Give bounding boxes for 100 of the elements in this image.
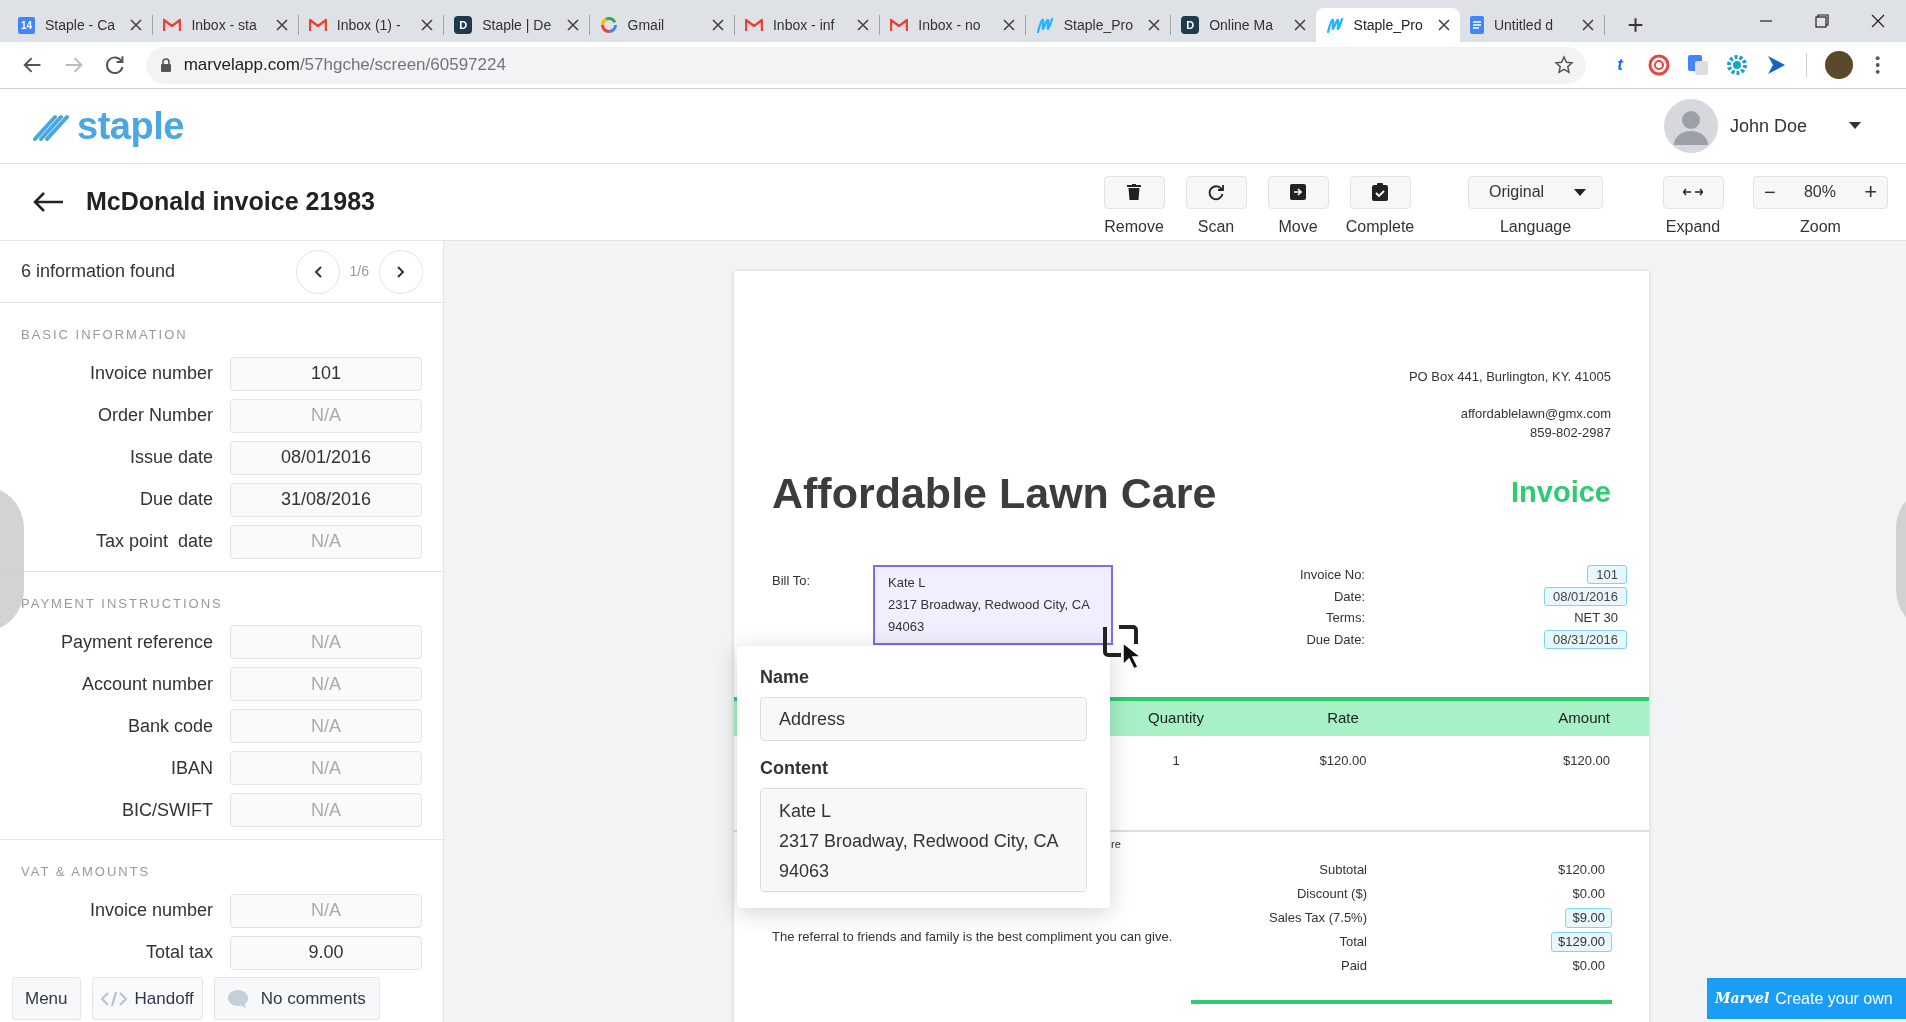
mail-icon <box>890 18 909 32</box>
name-field[interactable]: Address <box>760 697 1087 741</box>
star-icon[interactable] <box>1554 55 1575 75</box>
tab-title: Inbox (1) - <box>336 15 402 35</box>
comments-button[interactable]: No comments <box>213 977 380 1020</box>
gear-icon[interactable] <box>1725 53 1750 77</box>
extension-icon[interactable]: t <box>1608 53 1633 77</box>
close-icon[interactable] <box>1002 19 1015 31</box>
user-name[interactable]: John Doe <box>1729 112 1807 140</box>
input-field[interactable]: 08/01/2016 <box>230 440 422 475</box>
input-field[interactable]: N/A <box>230 667 422 701</box>
browser-tab[interactable]: Inbox - no <box>880 8 1025 42</box>
menu-button[interactable]: Menu <box>12 977 81 1020</box>
close-icon[interactable] <box>275 19 288 31</box>
check-button[interactable]: Complete <box>1342 175 1418 239</box>
note-text: The referral to friends and family is the best compliment you can give. <box>772 927 1173 946</box>
browser-tab[interactable]: Inbox - sta <box>153 8 298 42</box>
chevron-right-icon <box>397 265 405 278</box>
zoom-out-button[interactable]: − <box>1764 182 1776 202</box>
meta-value: 08/01/2016 <box>1543 586 1627 606</box>
tab-title: Inbox - sta <box>191 15 258 35</box>
browser-tab[interactable]: Inbox (1) - <box>298 8 444 42</box>
tab-title: Staple - Ca <box>45 15 117 35</box>
content-field[interactable]: Kate L 2317 Broadway, Redwood City, CA 94063 <box>760 788 1087 892</box>
browser-tab[interactable]: Staple_Pro <box>1315 8 1460 42</box>
field-label: Tax point date <box>94 530 213 553</box>
input-field[interactable]: 31/08/2016 <box>230 482 422 517</box>
input-field[interactable]: N/A <box>230 398 422 433</box>
contact-text: affordablelawn@gmx.com <box>1460 404 1611 423</box>
total-value: $0.00 <box>1571 957 1606 975</box>
meta-label: Terms: <box>1325 609 1365 627</box>
marvel-logo: Marvel <box>1715 989 1770 1008</box>
field-label: Invoice number <box>88 899 213 922</box>
expand-button[interactable]: Expand <box>1655 175 1731 239</box>
page-title: McDonald invoice 21983 <box>86 186 375 218</box>
browser-tab[interactable]: 14 Staple - Ca <box>8 8 153 42</box>
field-label: Account number <box>80 672 213 696</box>
meta-value: NET 30 <box>1573 609 1619 628</box>
input-field[interactable]: 9.00 <box>230 935 422 970</box>
browser-tab[interactable]: D Online Ma <box>1171 8 1316 42</box>
browser-tab[interactable]: D Staple | De <box>444 8 589 42</box>
browser-tab[interactable]: Gmail <box>589 8 734 42</box>
avatar[interactable] <box>1825 51 1853 79</box>
browser-tab[interactable]: Untitled d <box>1459 8 1605 42</box>
close-icon[interactable] <box>1437 19 1450 31</box>
input-field[interactable]: N/A <box>230 751 422 785</box>
mail-icon <box>744 18 763 32</box>
zoom-in-button[interactable]: + <box>1864 181 1877 203</box>
total-label: Paid <box>1340 957 1367 976</box>
table-cell-text: 1 <box>1171 752 1181 771</box>
handoff-button[interactable]: Handoff <box>91 977 203 1020</box>
trash-button[interactable]: Remove <box>1096 175 1172 239</box>
zoom-level: 80% <box>1803 182 1836 202</box>
tab-title: Online Ma <box>1209 15 1274 35</box>
input-field[interactable]: N/A <box>230 893 422 928</box>
close-icon[interactable] <box>566 19 579 31</box>
back-arrow-icon[interactable] <box>32 191 64 213</box>
total-value: $0.00 <box>1571 885 1606 903</box>
reload-icon <box>1207 183 1225 201</box>
language-label: Language <box>1499 216 1572 237</box>
avatar-icon <box>1663 99 1718 153</box>
meta-value: 101 <box>1587 565 1627 585</box>
tab-title: Staple_Pro <box>1353 15 1424 35</box>
total-value: $129.00 <box>1551 932 1612 952</box>
table-cell-text: $120.00 <box>1318 752 1368 771</box>
browser-tab[interactable]: Staple_Pro <box>1025 8 1171 42</box>
caret-icon[interactable] <box>1849 122 1861 130</box>
close-icon[interactable] <box>421 19 434 31</box>
input-field[interactable]: N/A <box>230 793 422 827</box>
input-field[interactable]: N/A <box>230 709 422 743</box>
close-icon[interactable] <box>1148 19 1161 31</box>
close-icon[interactable] <box>1293 19 1306 31</box>
browser-tab[interactable]: Inbox - inf <box>734 8 880 42</box>
bill-to-label: Bill To: <box>772 572 812 590</box>
input-field[interactable]: N/A <box>230 625 422 659</box>
document-icon <box>1469 16 1484 34</box>
rotate-button[interactable]: Scan <box>1178 175 1254 239</box>
close-icon[interactable] <box>712 19 724 31</box>
section-title: BASIC INFORMATION <box>20 326 189 344</box>
total-value: $120.00 <box>1557 861 1606 879</box>
calendar-icon: 14 <box>18 16 35 34</box>
total-label: Sales Tax (7.5%) <box>1268 909 1367 928</box>
section-title: PAYMENT INSTRUCTIONS <box>20 594 224 613</box>
logo-text: staple <box>77 103 184 149</box>
move-button[interactable]: Move <box>1260 175 1336 239</box>
input-field[interactable]: 101 <box>230 356 422 391</box>
document-title: Invoice <box>1511 475 1611 510</box>
tab-title: Inbox - no <box>918 15 982 35</box>
language-dropdown[interactable]: Original <box>1468 175 1603 209</box>
zoom-label: Zoom <box>1800 216 1841 237</box>
tab-title: Gmail <box>627 15 666 35</box>
address-bar[interactable]: marvelapp.com/57hgche/screen/60597224 <box>145 46 1587 84</box>
close-icon[interactable] <box>857 19 870 31</box>
close-icon[interactable] <box>1582 19 1595 31</box>
ring-icon[interactable] <box>1647 53 1672 77</box>
mail-icon <box>308 18 327 32</box>
translate-icon[interactable] <box>1686 53 1711 77</box>
trash-icon <box>1127 184 1141 200</box>
close-icon[interactable] <box>130 19 143 31</box>
input-field[interactable]: N/A <box>230 524 422 559</box>
